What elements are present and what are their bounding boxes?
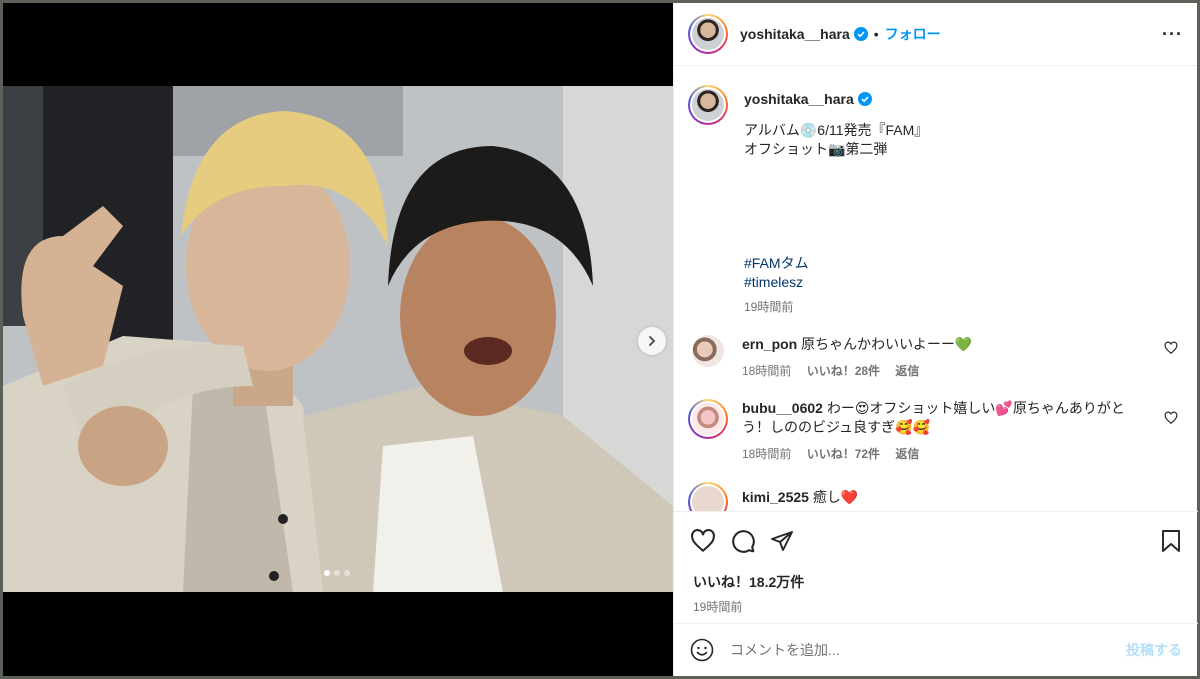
hashtag-link[interactable]: #FAMタム [744, 254, 928, 273]
comment-time: 18時間前 [742, 447, 792, 461]
like-comment-icon[interactable] [1164, 411, 1178, 425]
carousel-next-button[interactable] [638, 327, 666, 355]
post-time: 19時間前 [693, 600, 743, 614]
commenter-username[interactable]: kimi_2525 [742, 489, 809, 505]
caption-line: アルバム💿6/11発売『FAM』 [744, 122, 929, 138]
post-media [3, 3, 673, 676]
separator-dot: • [873, 26, 879, 42]
comment-item: bubu__0602 わー😍オフショット嬉しい💕原ちゃんありがとう！しののビジュ… [688, 399, 1182, 464]
selfie-photo [3, 86, 673, 592]
comment-likes[interactable]: いいね！28件 [807, 364, 880, 378]
comment-item: ern_pon 原ちゃんかわいいよーー💚 18時間前 いいね！28件 返信 [688, 335, 1182, 381]
follow-button[interactable]: フォロー [885, 24, 941, 44]
post-actions: いいね！18.2万件 19時間前 [674, 511, 1198, 623]
verified-badge-icon [857, 92, 872, 106]
author-username[interactable]: yoshitaka__hara [740, 26, 850, 42]
hashtag-link[interactable]: #timelesz [744, 273, 928, 292]
save-bookmark-icon[interactable] [1160, 529, 1182, 553]
comment-text: 原ちゃんかわいいよーー💚 [801, 336, 973, 352]
commenter-username[interactable]: bubu__0602 [742, 400, 823, 416]
caption-time: 19時間前 [744, 300, 794, 314]
chevron-right-icon [649, 336, 656, 346]
carousel-dot [344, 570, 350, 576]
post-header: yoshitaka__hara • フォロー ··· [674, 3, 1197, 66]
like-comment-icon[interactable] [1164, 341, 1178, 355]
emoji-icon[interactable] [690, 638, 714, 662]
comment-likes[interactable]: いいね！72件 [807, 447, 880, 461]
window-frame: yoshitaka__hara • フォロー ··· yoshitaka__ha… [0, 0, 1200, 679]
like-heart-icon[interactable] [690, 528, 716, 554]
more-icon[interactable]: ··· [1162, 24, 1183, 45]
carousel-indicator [324, 570, 350, 576]
carousel-dot [334, 570, 340, 576]
share-icon[interactable] [770, 529, 794, 553]
comments-list[interactable]: yoshitaka__hara アルバム💿6/11発売『FAM』 オフショット📷… [674, 67, 1198, 511]
verified-badge-icon [853, 27, 868, 41]
comment-time: 18時間前 [742, 364, 792, 378]
carousel-dot [324, 570, 330, 576]
caption-avatar[interactable] [688, 85, 728, 125]
post-photo [3, 86, 673, 592]
post-comment-button[interactable]: 投稿する [1126, 640, 1182, 660]
commenter-avatar[interactable] [692, 335, 724, 367]
caption: yoshitaka__hara アルバム💿6/11発売『FAM』 オフショット📷… [688, 85, 1182, 317]
comment-icon[interactable] [730, 528, 756, 554]
reply-button[interactable]: 返信 [895, 447, 919, 461]
caption-line: オフショット📷第二弾 [744, 141, 888, 157]
commenter-avatar[interactable] [688, 482, 728, 511]
commenter-username[interactable]: ern_pon [742, 336, 797, 352]
comment-item: kimi_2525 癒し❤️ [688, 482, 1182, 511]
commenter-avatar[interactable] [688, 399, 728, 439]
comment-text: 癒し❤️ [812, 489, 859, 505]
comment-input[interactable] [730, 642, 1090, 658]
reply-button[interactable]: 返信 [895, 364, 919, 378]
like-count[interactable]: いいね！18.2万件 [693, 572, 1182, 592]
add-comment-bar: 投稿する [674, 623, 1198, 676]
caption-username[interactable]: yoshitaka__hara [744, 90, 928, 109]
author-avatar[interactable] [688, 14, 728, 54]
post-side-panel: yoshitaka__hara • フォロー ··· yoshitaka__ha… [673, 3, 1198, 676]
